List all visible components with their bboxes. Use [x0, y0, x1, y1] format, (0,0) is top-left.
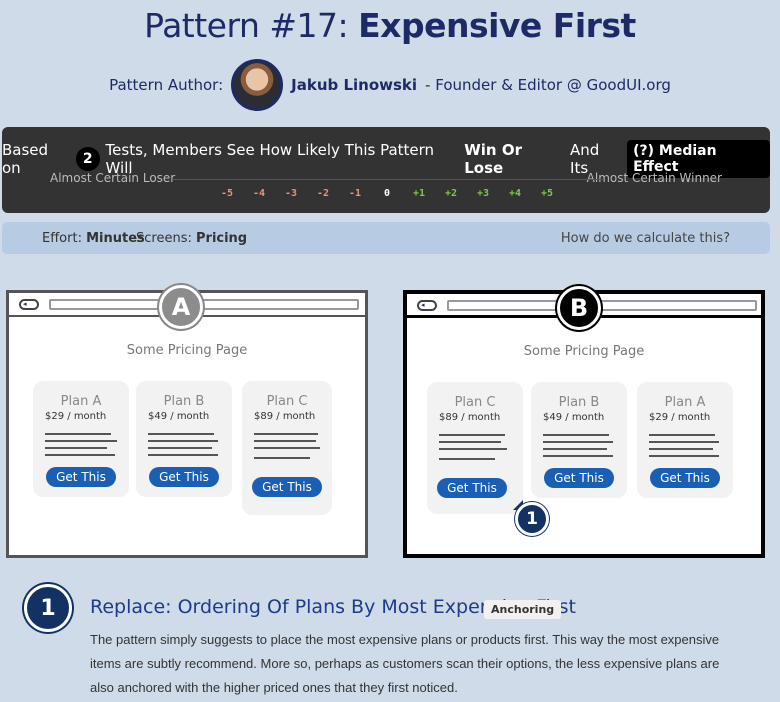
how-calculate-link[interactable]: How do we calculate this? [561, 231, 730, 246]
plan-name: Plan B [163, 394, 205, 409]
screens-info: Screens: Pricing [136, 231, 248, 246]
author-label: Pattern Author: [109, 76, 224, 94]
get-this-button[interactable]: Get This [46, 467, 116, 487]
author-role: - Founder & Editor @ GoodUI.org [425, 76, 671, 94]
author-row: Pattern Author: Jakub Linowski - Founder… [0, 58, 780, 112]
plan-card: Plan C $89 / month Get This [427, 382, 523, 514]
plan-price: $89 / month [254, 411, 316, 422]
get-this-button[interactable]: Get This [437, 478, 507, 498]
plan-price: $89 / month [439, 412, 501, 423]
plan-name: Plan C [454, 395, 496, 410]
effort-info: Effort: Minutes [42, 231, 145, 246]
plan-card: Plan C $89 / month Get This [242, 381, 332, 515]
plan-name: Plan A [664, 395, 706, 410]
plan-card: Plan A $29 / month Get This [33, 381, 129, 497]
back-icon: ◂ [19, 299, 39, 310]
variant-a-badge: A [159, 285, 203, 329]
scale-tick: -3 [284, 188, 298, 199]
variant-b-badge: B [557, 286, 601, 330]
page-title: Pattern #17: Expensive First [144, 6, 636, 45]
avatar [231, 59, 284, 111]
page-name: Some Pricing Page [126, 343, 248, 358]
scale-tick: -4 [252, 188, 266, 199]
scale-tick: +5 [540, 188, 554, 199]
plan-price: $29 / month [45, 411, 107, 422]
get-this-button[interactable]: Get This [252, 477, 322, 497]
plan-name: Plan A [60, 394, 102, 409]
plan-name: Plan B [558, 395, 600, 410]
change-number-badge: 1 [24, 584, 72, 632]
plan-price: $49 / month [543, 412, 605, 423]
plan-price: $29 / month [649, 412, 711, 423]
scale-tick: +4 [508, 188, 522, 199]
get-this-button[interactable]: Get This [149, 467, 219, 487]
page-name: Some Pricing Page [523, 344, 645, 359]
variant-b-panel: ◂ B Some Pricing Page Plan C $89 / month… [403, 286, 765, 558]
scale-tick: +1 [412, 188, 426, 199]
scale-tick: -1 [348, 188, 362, 199]
plan-card: Plan B $49 / month Get This [531, 382, 627, 498]
url-bar [447, 300, 757, 311]
win-or-lose-text: Win Or Lose [464, 141, 522, 177]
anchoring-tag[interactable]: Anchoring [484, 600, 562, 619]
scale-line [172, 179, 604, 180]
scale-right-label: Almost Certain Winner [586, 171, 722, 185]
plan-name: Plan C [266, 394, 308, 409]
results-bar: Based on 2 Tests, Members See How Likely… [2, 127, 771, 213]
plan-card: Plan B $49 / month Get This [136, 381, 232, 497]
variant-a-panel: ◂ A Some Pricing Page Plan A $29 / month… [6, 285, 368, 558]
scale-tick: +3 [476, 188, 490, 199]
back-icon: ◂ [417, 300, 437, 311]
info-bar: Effort: Minutes Screens: Pricing How do … [2, 222, 770, 254]
scale-tick: +2 [444, 188, 458, 199]
tests-count-badge: 2 [76, 147, 100, 171]
get-this-button[interactable]: Get This [650, 468, 720, 488]
scale-tick: -2 [316, 188, 330, 199]
get-this-button[interactable]: Get This [544, 468, 614, 488]
author-name[interactable]: Jakub Linowski [291, 76, 417, 94]
plan-price: $49 / month [148, 411, 210, 422]
change-description: The pattern simply suggests to place the… [90, 632, 720, 695]
scale-left-label: Almost Certain Loser [50, 171, 176, 185]
change-marker[interactable]: 1 [515, 502, 549, 536]
scale-ticks: -5 -4 -3 -2 -1 0 +1 +2 +3 +4 +5 [2, 188, 770, 202]
scale-tick: -5 [220, 188, 234, 199]
plan-card: Plan A $29 / month Get This [637, 382, 733, 498]
url-bar [49, 299, 359, 310]
scale-tick: 0 [383, 188, 391, 199]
